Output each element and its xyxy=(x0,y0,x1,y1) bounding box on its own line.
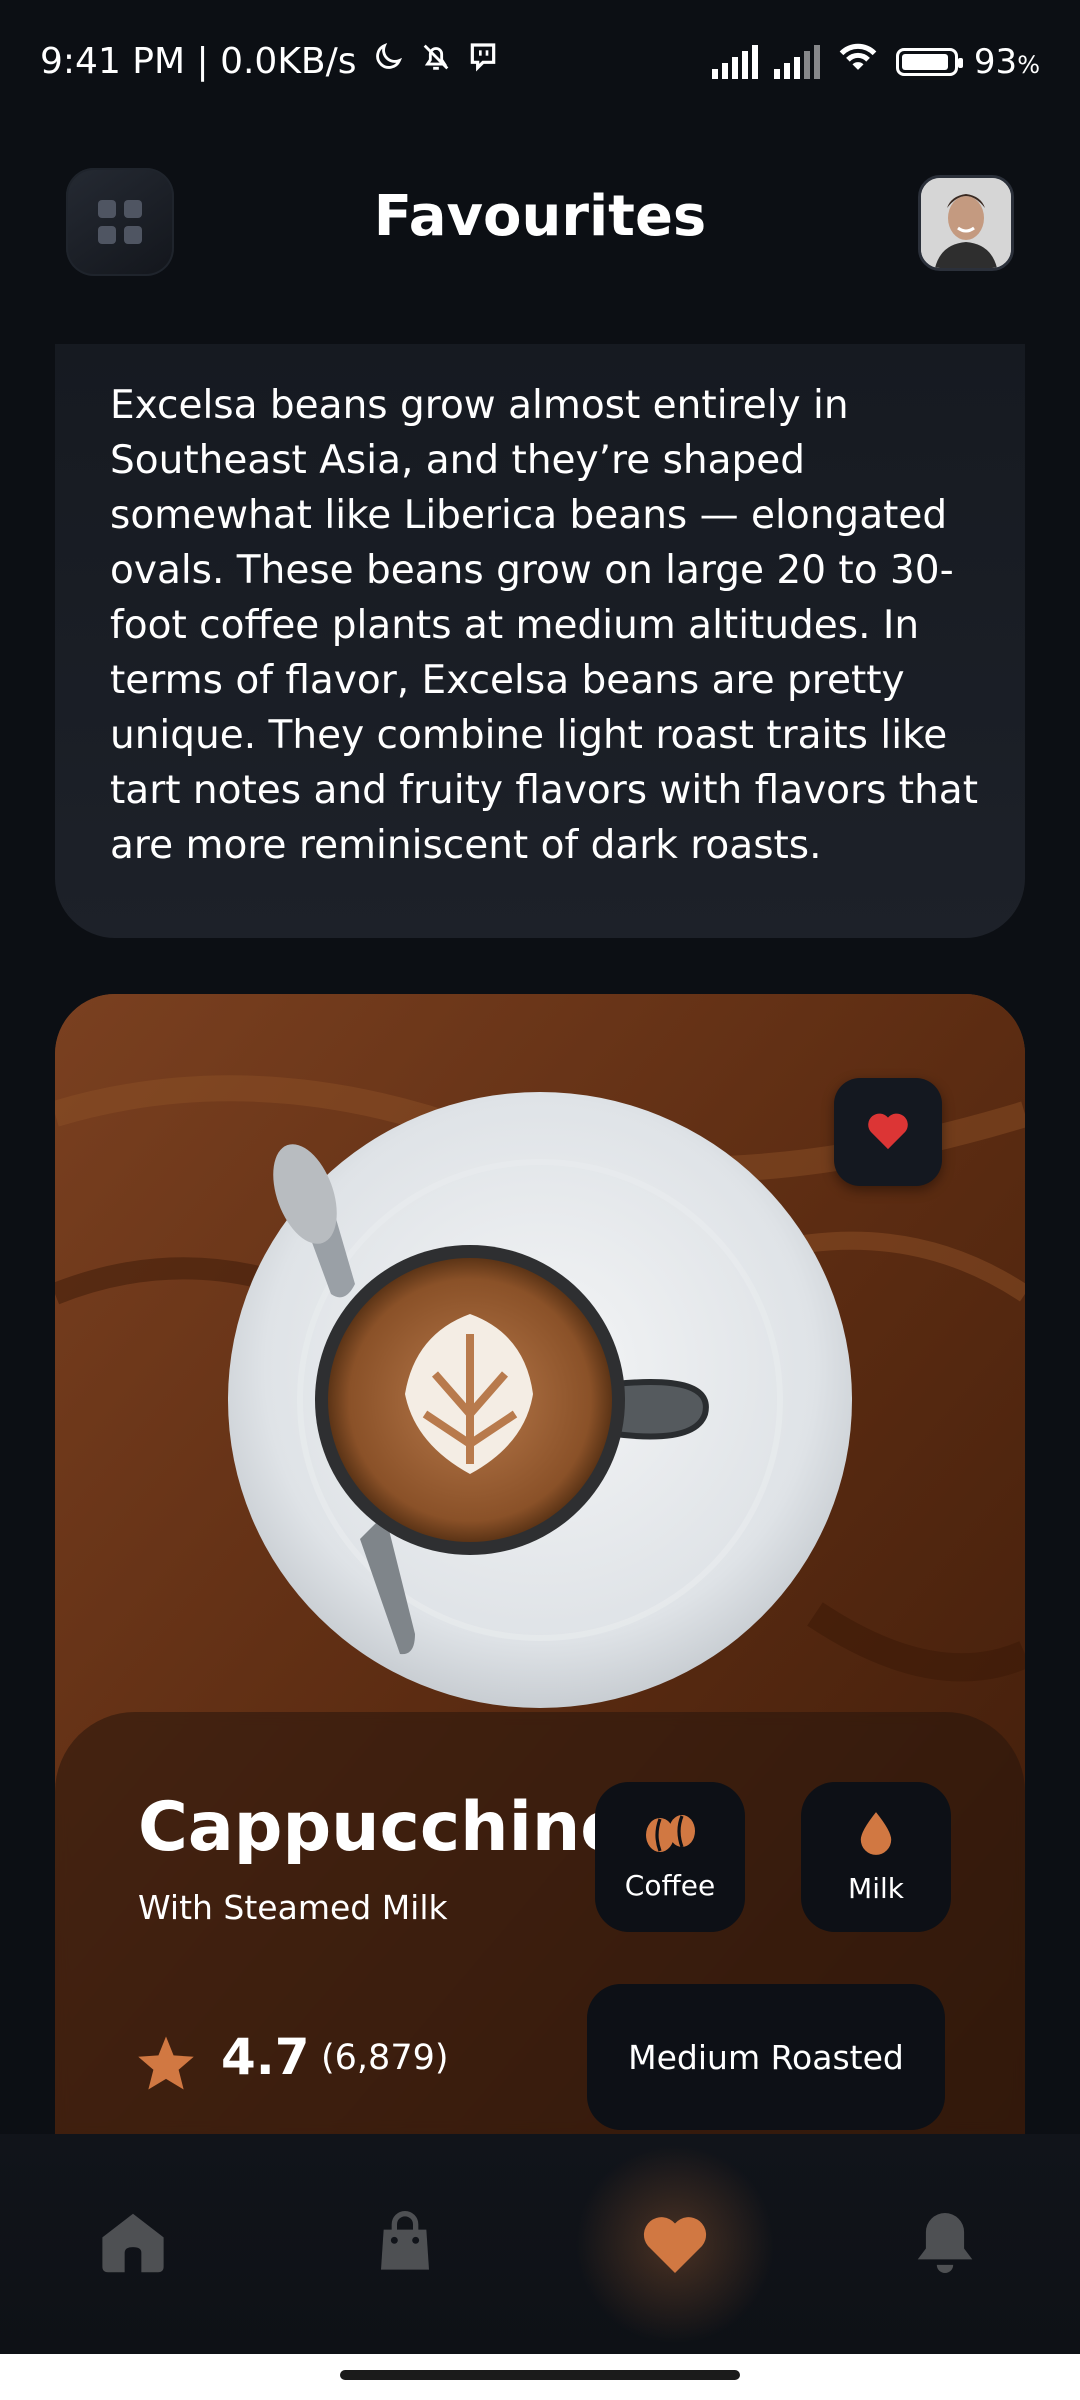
rating-value: 4.7 xyxy=(221,2028,310,2086)
header: Favourites xyxy=(0,160,1080,280)
bottom-nav xyxy=(0,2134,1080,2354)
system-home-bar xyxy=(0,2354,1080,2400)
bell-icon xyxy=(915,2210,975,2280)
ingredient-label: Milk xyxy=(848,1871,904,1905)
status-right: 93% xyxy=(711,40,1040,83)
battery-percent: 93% xyxy=(974,42,1040,82)
battery-icon xyxy=(895,47,963,76)
nav-cart[interactable] xyxy=(360,2200,450,2290)
product-info-panel: Cappucchino With Steamed Milk 4.7 (6,879… xyxy=(55,1712,1025,2134)
ingredient-label: Coffee xyxy=(624,1868,716,1902)
roast-level-badge: Medium Roasted xyxy=(587,1984,945,2130)
description-text: Excelsa beans grow almost entirely in So… xyxy=(110,383,978,868)
nav-notifications[interactable] xyxy=(900,2200,990,2290)
battery-fill xyxy=(901,53,948,70)
battery-unit: % xyxy=(1017,50,1040,79)
wifi-icon xyxy=(836,40,880,83)
moon-icon xyxy=(371,40,405,83)
product-card[interactable]: Cappucchino With Steamed Milk 4.7 (6,879… xyxy=(55,994,1025,2134)
signal-icon xyxy=(711,44,758,79)
status-bar: 9:41 PM | 0.0KB/s 93% xyxy=(0,0,1080,128)
ingredient-chip-milk: Milk xyxy=(801,1782,951,1932)
milk-drop-icon xyxy=(857,1810,895,1860)
home-icon xyxy=(99,2211,167,2279)
star-icon xyxy=(135,2034,197,2096)
favorite-button[interactable] xyxy=(834,1078,942,1186)
rating-count: (6,879) xyxy=(321,2038,449,2078)
nav-home[interactable] xyxy=(88,2200,178,2290)
chat-icon xyxy=(467,41,499,82)
heart-icon xyxy=(638,2210,712,2280)
battery-value: 93 xyxy=(973,41,1018,82)
signal-icon xyxy=(773,44,820,79)
description-card: Excelsa beans grow almost entirely in So… xyxy=(55,344,1025,938)
nav-favourites[interactable] xyxy=(630,2200,720,2290)
status-time: 9:41 PM | 0.0KB/s xyxy=(40,41,357,82)
product-name: Cappucchino xyxy=(138,1788,628,1867)
ingredient-chip-coffee: Coffee xyxy=(595,1782,745,1932)
avatar[interactable] xyxy=(918,175,1014,271)
bag-icon xyxy=(375,2211,435,2279)
product-subtitle: With Steamed Milk xyxy=(138,1888,448,1927)
home-indicator[interactable] xyxy=(340,2370,740,2380)
coffee-beans-icon xyxy=(642,1813,698,1857)
bell-off-icon xyxy=(419,40,453,83)
heart-icon xyxy=(865,1109,911,1155)
status-left: 9:41 PM | 0.0KB/s xyxy=(40,40,499,83)
